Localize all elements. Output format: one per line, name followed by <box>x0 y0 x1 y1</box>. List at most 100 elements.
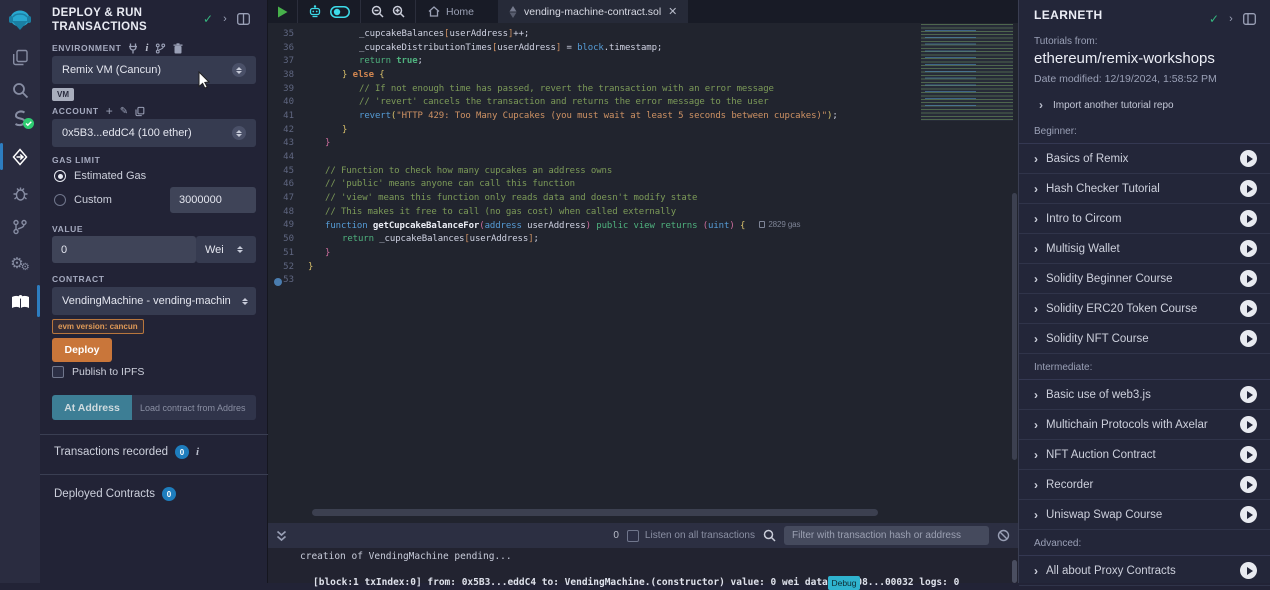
expand-chevron-icon[interactable]: › <box>1034 182 1038 196</box>
zoom-out-icon[interactable] <box>371 5 384 18</box>
line-number[interactable]: 47 <box>268 193 308 203</box>
code-line-39[interactable]: 39// If not enough time has passed, reve… <box>268 82 1018 96</box>
close-tab-icon[interactable]: ✕ <box>668 5 677 18</box>
line-number[interactable]: 38 <box>268 70 308 80</box>
filter-input[interactable]: Filter with transaction hash or address <box>784 526 989 545</box>
expand-chevron-icon[interactable]: › <box>1034 272 1038 286</box>
code-line-45[interactable]: 45// Function to check how many cupcakes… <box>268 164 1018 178</box>
line-number[interactable]: 39 <box>268 84 308 94</box>
start-tutorial-play-button[interactable] <box>1240 210 1257 227</box>
fork-environment-icon[interactable] <box>155 43 166 54</box>
line-number[interactable]: 44 <box>268 152 308 162</box>
run-script-button[interactable] <box>268 0 298 23</box>
tutorial-item[interactable]: ›NFT Auction Contract <box>1019 440 1270 470</box>
start-tutorial-play-button[interactable] <box>1240 562 1257 579</box>
line-number[interactable]: 37 <box>268 56 308 66</box>
code-line-35[interactable]: 35_cupcakeBalances[userAddress]++; <box>268 27 1018 41</box>
start-tutorial-play-button[interactable] <box>1240 240 1257 257</box>
ai-copilot-icon[interactable] <box>308 5 322 18</box>
tutorial-item[interactable]: ›Multisig Wallet <box>1019 234 1270 264</box>
line-number[interactable]: 42 <box>268 125 308 135</box>
value-unit-select[interactable]: Wei <box>196 236 256 263</box>
at-address-input[interactable]: Load contract from Addres <box>132 395 256 420</box>
expand-chevron-icon[interactable]: › <box>1034 302 1038 316</box>
start-tutorial-play-button[interactable] <box>1240 150 1257 167</box>
start-tutorial-play-button[interactable] <box>1240 476 1257 493</box>
transactions-recorded-section[interactable]: Transactions recorded 0 i <box>54 445 199 459</box>
code-line-41[interactable]: 41revert("HTTP 429: Too Many Cupcakes (y… <box>268 109 1018 123</box>
start-tutorial-play-button[interactable] <box>1240 180 1257 197</box>
code-line-43[interactable]: 43} <box>268 137 1018 151</box>
tutorial-item[interactable]: ›Solidity Beginner Course <box>1019 264 1270 294</box>
tab-vending-machine-contract[interactable]: vending-machine-contract.sol ✕ <box>498 0 688 23</box>
minimap[interactable] <box>921 24 1013 121</box>
tutorial-item[interactable]: ›All about Proxy Contracts <box>1019 556 1270 586</box>
estimated-gas-option[interactable]: Estimated Gas <box>54 170 146 182</box>
tutorial-item[interactable]: ›Solidity NFT Course <box>1019 324 1270 354</box>
tutorial-item[interactable]: ›Solidity ERC20 Token Course <box>1019 294 1270 324</box>
start-tutorial-play-button[interactable] <box>1240 416 1257 433</box>
start-tutorial-play-button[interactable] <box>1240 506 1257 523</box>
tutorial-item[interactable]: ›Recorder <box>1019 470 1270 500</box>
line-number[interactable]: 43 <box>268 138 308 148</box>
pin-panel-icon[interactable] <box>237 13 250 25</box>
start-tutorial-play-button[interactable] <box>1240 300 1257 317</box>
code-line-40[interactable]: 40// 'revert' cancels the transaction an… <box>268 95 1018 109</box>
debugger-icon[interactable] <box>0 178 40 208</box>
deploy-run-icon[interactable] <box>0 142 40 172</box>
expand-chevron-icon[interactable]: › <box>1034 448 1038 462</box>
learneth-collapse-icon[interactable]: › <box>1229 13 1233 25</box>
search-icon[interactable] <box>0 75 40 105</box>
expand-chevron-icon[interactable]: › <box>1034 388 1038 402</box>
expand-chevron-icon[interactable]: › <box>1034 242 1038 256</box>
transactions-info-icon[interactable]: i <box>196 446 199 458</box>
expand-chevron-icon[interactable]: › <box>1034 212 1038 226</box>
code-editor[interactable]: 35_cupcakeBalances[userAddress]++;36_cup… <box>268 23 1018 520</box>
listen-all-transactions[interactable]: Listen on all transactions <box>627 530 755 542</box>
expand-chevron-icon[interactable]: › <box>1034 478 1038 492</box>
environment-info-icon[interactable]: i <box>145 42 148 54</box>
publish-ipfs-checkbox[interactable] <box>52 366 64 378</box>
value-input[interactable]: 0 <box>52 236 196 263</box>
expand-chevron-icon[interactable]: › <box>1034 332 1038 346</box>
custom-gas-input[interactable]: 3000000 <box>170 187 256 213</box>
code-line-46[interactable]: 46// 'public' means anyone can call this… <box>268 178 1018 192</box>
account-select[interactable]: 0x5B3...eddC4 (100 ether) <box>52 119 256 147</box>
expand-chevron-icon[interactable]: › <box>1034 152 1038 166</box>
import-tutorial-repo[interactable]: › Import another tutorial repo <box>1039 98 1174 112</box>
plug-icon[interactable] <box>128 43 138 54</box>
copy-account-icon[interactable] <box>135 106 145 117</box>
code-line-37[interactable]: 37return true; <box>268 54 1018 68</box>
line-number[interactable]: 41 <box>268 111 308 121</box>
debug-button[interactable]: Debug <box>828 576 860 590</box>
expand-chevron-icon[interactable]: › <box>1034 508 1038 522</box>
line-number[interactable]: 50 <box>268 234 308 244</box>
line-number[interactable]: 35 <box>268 29 308 39</box>
tab-home[interactable]: Home <box>416 0 486 23</box>
learneth-pin-icon[interactable] <box>1243 13 1256 25</box>
code-line-42[interactable]: 42} <box>268 123 1018 137</box>
zoom-in-icon[interactable] <box>392 5 405 18</box>
line-number[interactable]: 40 <box>268 97 308 107</box>
learneth-book-icon[interactable] <box>0 287 40 317</box>
line-number[interactable]: 48 <box>268 207 308 217</box>
contract-select[interactable]: VendingMachine - vending-machin <box>52 287 256 315</box>
line-number[interactable]: 45 <box>268 166 308 176</box>
git-icon[interactable] <box>0 212 40 242</box>
deploy-button[interactable]: Deploy <box>52 338 112 362</box>
start-tutorial-play-button[interactable] <box>1240 446 1257 463</box>
create-account-icon[interactable]: + <box>106 104 113 118</box>
code-line-48[interactable]: 48// This makes it free to call (no gas … <box>268 205 1018 219</box>
tutorial-item[interactable]: ›Basic use of web3.js <box>1019 380 1270 410</box>
terminal-search-icon[interactable] <box>763 529 776 542</box>
remix-logo-icon[interactable] <box>0 6 40 36</box>
code-line-49[interactable]: 49function getCupcakeBalanceFor(address … <box>268 219 1018 233</box>
start-tutorial-play-button[interactable] <box>1240 270 1257 287</box>
code-line-44[interactable]: 44 <box>268 150 1018 164</box>
line-number[interactable]: 46 <box>268 179 308 189</box>
custom-gas-option[interactable]: Custom <box>54 194 112 206</box>
environment-select[interactable]: Remix VM (Cancun) <box>52 56 256 84</box>
estimated-gas-radio[interactable] <box>54 170 66 182</box>
line-number[interactable]: 51 <box>268 248 308 258</box>
clear-terminal-icon[interactable] <box>997 529 1010 542</box>
